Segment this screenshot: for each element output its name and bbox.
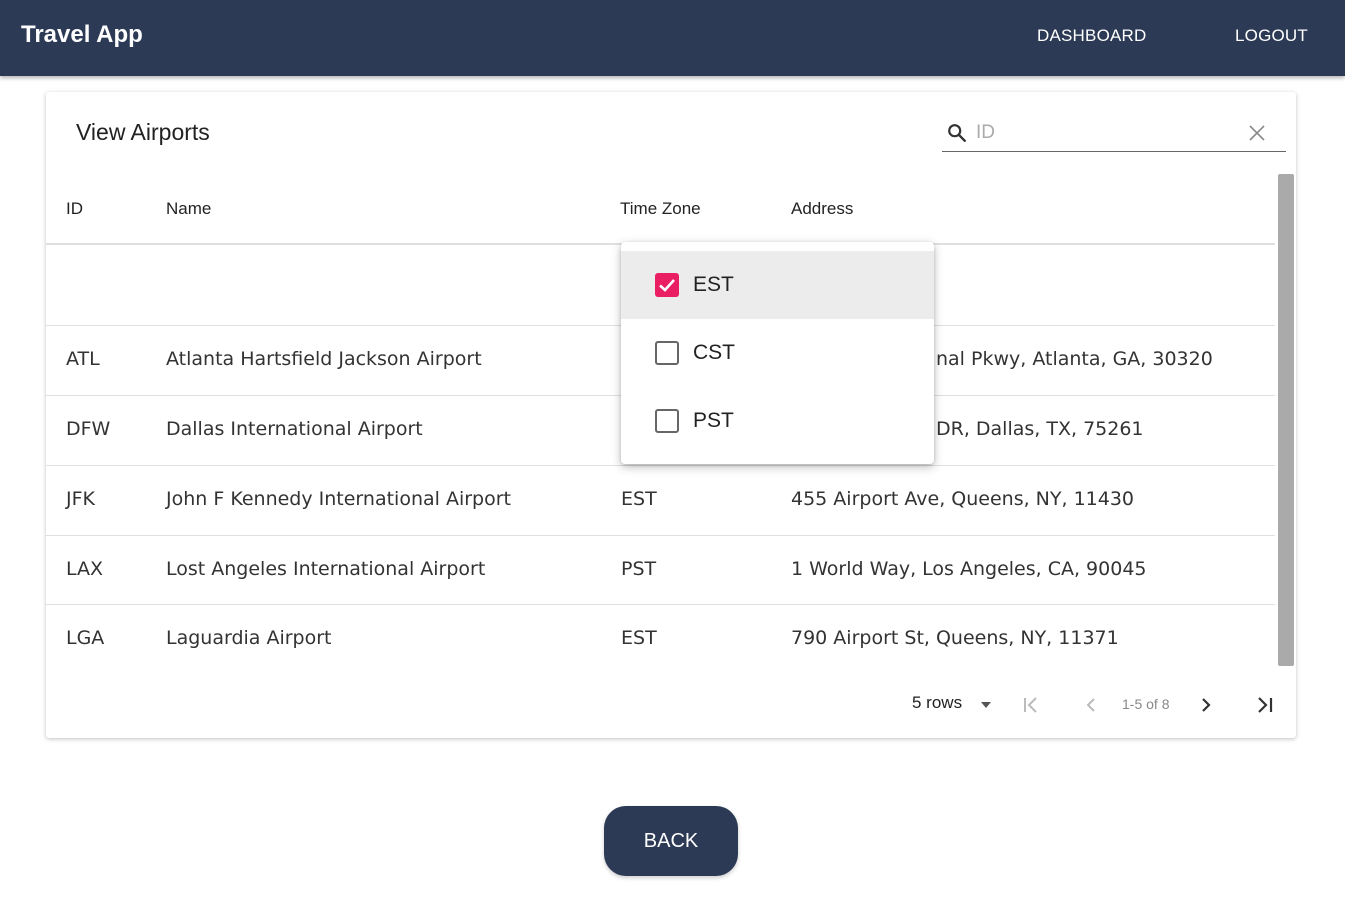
checkbox-unchecked[interactable] <box>655 409 679 433</box>
cell-time-zone: PST <box>621 558 657 580</box>
cell-address: 1 World Way, Los Angeles, CA, 90045 <box>791 558 1147 580</box>
table-scrollbar[interactable] <box>1278 174 1294 666</box>
column-header-id[interactable]: ID <box>66 199 83 219</box>
filter-option-pst[interactable]: PST <box>621 387 934 455</box>
column-header-time-zone[interactable]: Time Zone <box>620 199 701 219</box>
cell-id: LGA <box>66 627 105 649</box>
checkbox-unchecked[interactable] <box>655 341 679 365</box>
logout-button[interactable]: LOGOUT <box>1235 26 1308 46</box>
search-input[interactable] <box>976 119 1236 147</box>
row-divider <box>46 604 1275 605</box>
back-button[interactable]: BACK <box>604 806 738 876</box>
row-divider <box>46 465 1275 466</box>
first-page-icon[interactable] <box>1020 694 1042 716</box>
cell-address: DR, Dallas, TX, 75261 <box>936 418 1144 440</box>
cell-time-zone: EST <box>621 627 657 649</box>
column-header-name[interactable]: Name <box>166 199 211 219</box>
cell-id: ATL <box>66 348 100 370</box>
row-divider <box>46 535 1275 536</box>
filter-option-label: EST <box>693 273 734 296</box>
filter-option-cst[interactable]: CST <box>621 319 934 387</box>
last-page-icon[interactable] <box>1254 694 1276 716</box>
page-title: View Airports <box>76 119 210 145</box>
cell-name: John F Kennedy International Airport <box>166 488 511 510</box>
filter-option-label: CST <box>693 341 735 364</box>
previous-page-icon[interactable] <box>1080 694 1102 716</box>
cell-address: 455 Airport Ave, Queens, NY, 11430 <box>791 488 1135 510</box>
filter-option-est[interactable]: EST <box>621 251 934 319</box>
cell-address: 790 Airport St, Queens, NY, 11371 <box>791 627 1119 649</box>
cell-name: Laguardia Airport <box>166 627 332 649</box>
checkbox-checked[interactable] <box>655 273 679 297</box>
search-icon <box>948 124 966 142</box>
app-bar: Travel App DASHBOARD LOGOUT <box>0 0 1345 76</box>
cell-name: Dallas International Airport <box>166 418 423 440</box>
cell-id: JFK <box>66 488 95 510</box>
cell-id: DFW <box>66 418 111 440</box>
search-field <box>942 114 1286 152</box>
dashboard-button[interactable]: DASHBOARD <box>1037 26 1147 46</box>
cell-time-zone: EST <box>621 488 657 510</box>
pagination-range: 1-5 of 8 <box>1122 696 1170 712</box>
rows-per-page-select[interactable]: 5 rows <box>912 693 962 713</box>
scrollbar-thumb[interactable] <box>1278 174 1294 666</box>
check-icon <box>659 279 675 292</box>
cell-address: nal Pkwy, Atlanta, GA, 30320 <box>936 348 1213 370</box>
app-title[interactable]: Travel App <box>21 21 143 49</box>
column-header-address[interactable]: Address <box>791 199 853 219</box>
time-zone-filter-menu: EST CST PST <box>621 242 934 464</box>
close-icon[interactable] <box>1248 124 1266 142</box>
next-page-icon[interactable] <box>1195 694 1217 716</box>
cell-id: LAX <box>66 558 104 580</box>
cell-name: Lost Angeles International Airport <box>166 558 486 580</box>
filter-option-label: PST <box>693 409 734 432</box>
cell-name: Atlanta Hartsfield Jackson Airport <box>166 348 482 370</box>
caret-down-icon[interactable] <box>980 701 992 709</box>
